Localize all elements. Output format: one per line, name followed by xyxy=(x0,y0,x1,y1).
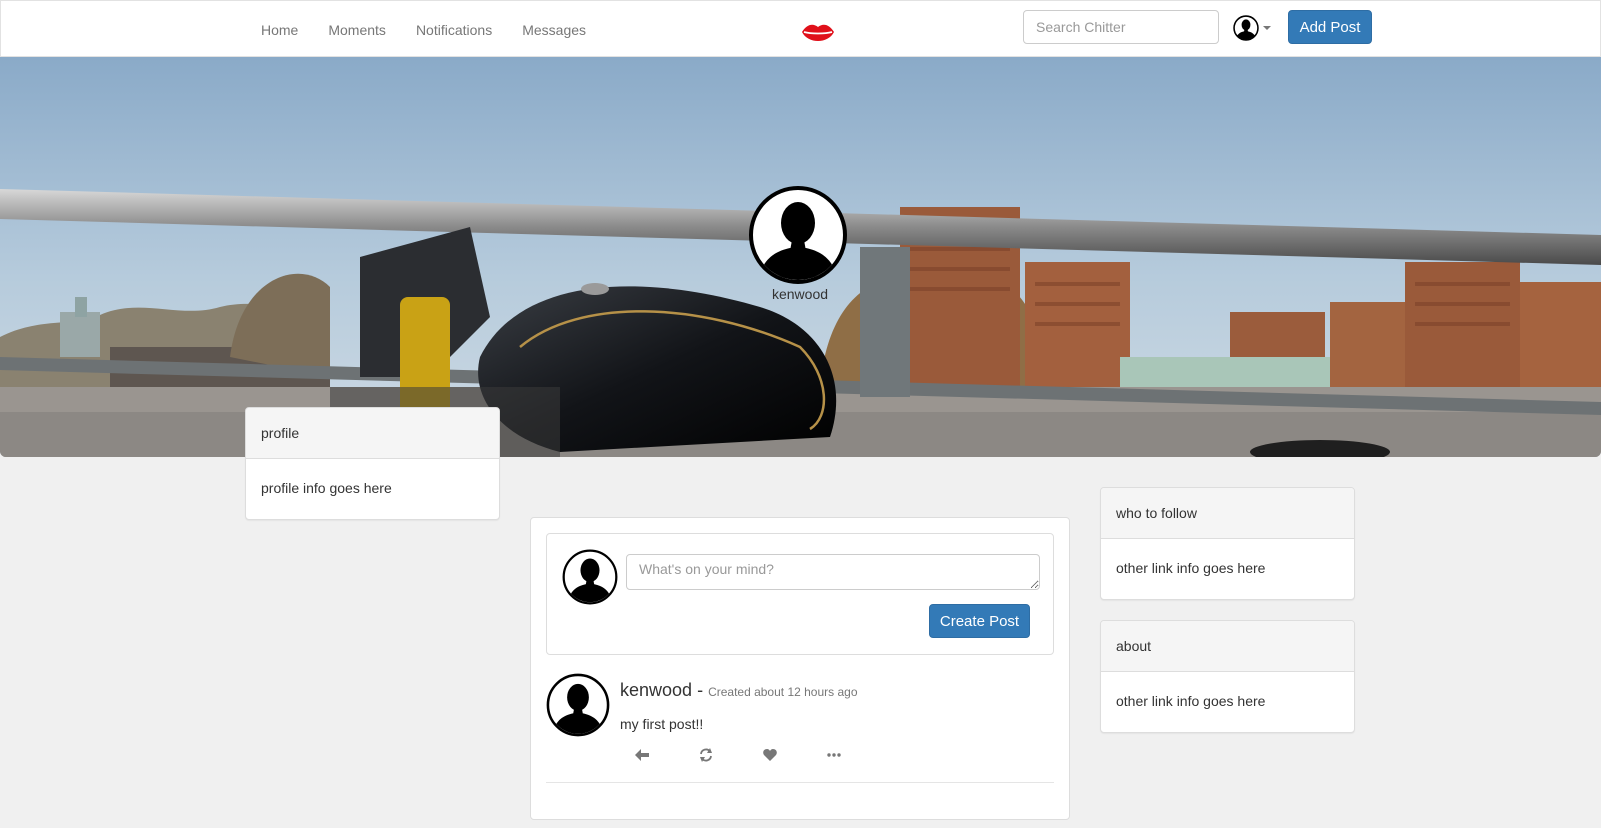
user-avatar-icon xyxy=(1233,15,1259,41)
post-author[interactable]: kenwood xyxy=(620,680,692,700)
lips-icon[interactable] xyxy=(801,21,835,45)
search-input[interactable] xyxy=(1023,10,1219,44)
composer-avatar xyxy=(562,549,618,605)
create-post-button[interactable]: Create Post xyxy=(929,604,1030,638)
nav-home-link[interactable]: Home xyxy=(246,22,313,38)
about-body: other link info goes here xyxy=(1116,693,1266,709)
who-to-follow-body: other link info goes here xyxy=(1116,560,1266,576)
post-author-avatar[interactable] xyxy=(546,673,610,737)
who-to-follow-panel: who to follow other link info goes here xyxy=(1100,487,1355,600)
post-separator: - xyxy=(692,680,709,700)
post-timestamp: Created about 12 hours ago xyxy=(708,685,858,699)
profile-banner: kenwood xyxy=(0,57,1601,457)
banner-username: kenwood xyxy=(771,286,829,302)
user-menu-dropdown[interactable] xyxy=(1233,15,1271,41)
profile-panel-heading: profile xyxy=(246,408,499,459)
navbar: Home Moments Notifications Messages Add … xyxy=(0,0,1601,57)
reply-icon[interactable] xyxy=(632,746,652,764)
post-text: my first post!! xyxy=(620,716,704,732)
nav-notifications-link[interactable]: Notifications xyxy=(401,22,507,38)
nav-messages-link[interactable]: Messages xyxy=(507,22,601,38)
banner-avatar[interactable] xyxy=(748,185,848,285)
nav-links: Home Moments Notifications Messages xyxy=(246,1,601,58)
post-input[interactable] xyxy=(626,554,1040,590)
feed-panel: Create Post kenwood - Created about 12 h… xyxy=(530,517,1070,820)
profile-panel-body: profile info goes here xyxy=(261,480,392,496)
retweet-icon[interactable] xyxy=(696,746,716,764)
about-heading: about xyxy=(1101,621,1354,672)
post-composer: Create Post xyxy=(546,533,1054,655)
post-item: kenwood - Created about 12 hours ago my … xyxy=(546,673,1054,783)
add-post-button[interactable]: Add Post xyxy=(1288,10,1372,44)
post-header: kenwood - Created about 12 hours ago xyxy=(620,680,858,701)
post-actions xyxy=(632,746,844,764)
profile-panel: profile profile info goes here xyxy=(245,407,500,520)
about-panel: about other link info goes here xyxy=(1100,620,1355,733)
chevron-down-icon xyxy=(1263,26,1271,30)
more-icon[interactable] xyxy=(824,746,844,764)
who-to-follow-heading: who to follow xyxy=(1101,488,1354,539)
nav-moments-link[interactable]: Moments xyxy=(313,22,401,38)
heart-icon[interactable] xyxy=(760,746,780,764)
